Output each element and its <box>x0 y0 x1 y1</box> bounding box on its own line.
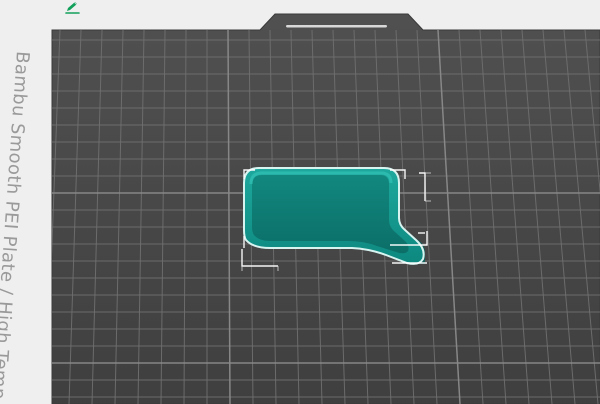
edit-icon[interactable] <box>64 1 82 15</box>
plate-notch-indicator <box>286 25 387 28</box>
model-hitbox[interactable] <box>240 167 432 271</box>
3d-viewport[interactable]: Bambu Smooth PEI Plate / High Temp Plate <box>0 0 600 404</box>
